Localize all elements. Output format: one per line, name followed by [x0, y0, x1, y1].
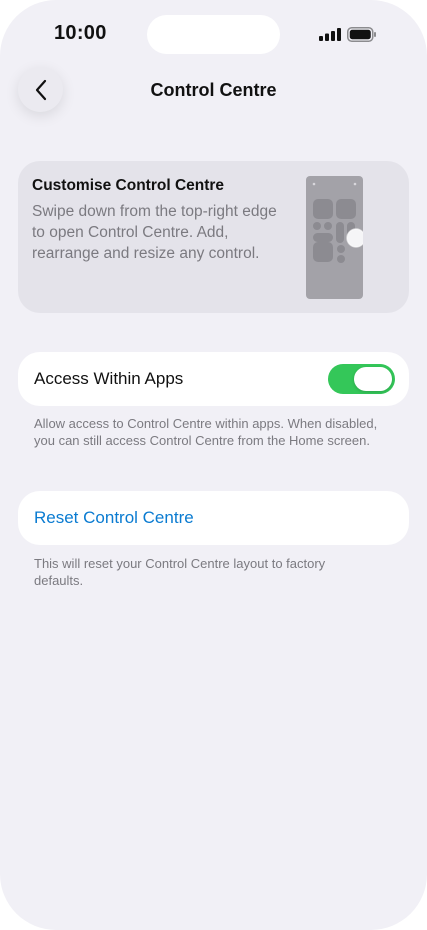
cellular-signal-icon [319, 28, 341, 41]
access-within-apps-row: Access Within Apps [18, 352, 409, 406]
status-time: 10:00 [54, 22, 107, 44]
info-card-description: Swipe down from the top-right edge to op… [32, 203, 277, 262]
info-card-title: Customise Control Centre [32, 177, 225, 194]
reset-footnote: This will reset your Control Centre layo… [34, 556, 326, 588]
reset-control-centre-label: Reset Control Centre [34, 508, 194, 527]
page-title: Control Centre [150, 80, 277, 100]
control-centre-preview-icon [306, 176, 363, 299]
reset-control-centre-button[interactable]: Reset Control Centre [18, 491, 409, 545]
access-within-apps-toggle[interactable] [328, 364, 395, 394]
customise-info-card: Customise Control Centre Swipe down from… [18, 161, 409, 313]
phone-screen: 10:00 Control Centre Customise Control C… [0, 0, 427, 930]
dynamic-island [147, 15, 280, 54]
battery-icon [347, 27, 376, 42]
access-within-apps-label: Access Within Apps [34, 369, 184, 388]
toggle-knob [354, 367, 392, 391]
access-within-apps-footnote: Allow access to Control Centre within ap… [34, 416, 378, 448]
